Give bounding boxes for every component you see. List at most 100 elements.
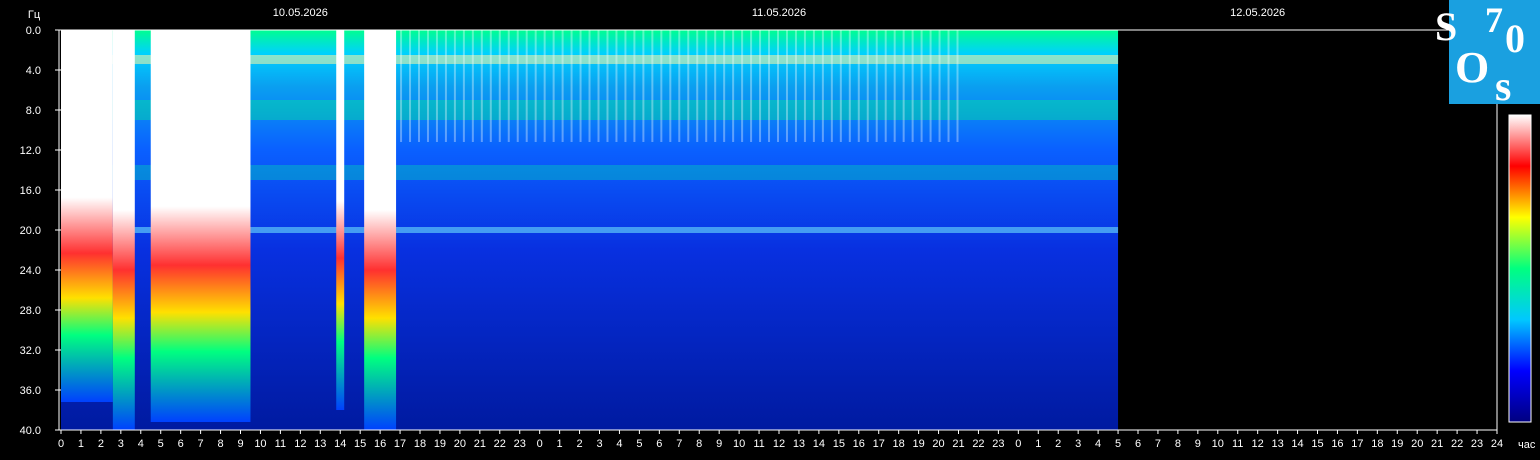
x-tick-label: 16 — [1331, 438, 1343, 450]
burst-line — [884, 30, 887, 142]
burst-line — [794, 30, 797, 142]
burst-line — [902, 30, 905, 142]
x-tick-label: 1 — [557, 438, 563, 450]
y-tick-label: 32.0 — [20, 345, 41, 357]
burst-line — [453, 30, 456, 142]
x-tick-label: 8 — [217, 438, 223, 450]
x-tick-label: 6 — [178, 438, 184, 450]
x-tick-label: 21 — [474, 438, 486, 450]
y-tick-label: 40.0 — [20, 425, 41, 437]
x-tick-label: 8 — [696, 438, 702, 450]
x-tick-label: 19 — [912, 438, 924, 450]
x-tick-label: 23 — [514, 438, 526, 450]
y-axis: 0.0 4.0 8.0 12.0 16.0 20.0 24.0 28.0 32.0 36.0 40.… — [20, 25, 61, 437]
x-tick-label: 16 — [374, 438, 386, 450]
x-tick-label: 14 — [1291, 438, 1303, 450]
burst-line — [669, 30, 672, 142]
hot-band — [336, 30, 345, 410]
x-tick-label: 22 — [1451, 438, 1463, 450]
x-tick-label: 1 — [1035, 438, 1041, 450]
y-unit-label: Гц — [28, 9, 41, 21]
burst-line — [723, 30, 726, 142]
x-tick-label: 0 — [58, 438, 64, 450]
burst-line — [866, 30, 869, 142]
x-tick-label: 14 — [813, 438, 825, 450]
x-tick-label: 13 — [1271, 438, 1283, 450]
y-tick-label: 24.0 — [20, 265, 41, 277]
burst-line — [471, 30, 474, 142]
date-label: 10.05.2026 — [273, 7, 328, 19]
burst-line — [821, 30, 824, 142]
x-tick-label: 15 — [833, 438, 845, 450]
y-tick-label: 4.0 — [26, 65, 41, 77]
x-tick-label: 12 — [773, 438, 785, 450]
burst-line — [489, 30, 492, 142]
burst-line — [660, 30, 663, 142]
x-tick-label: 14 — [334, 438, 346, 450]
burst-line — [741, 30, 744, 142]
y-tick-label: 20.0 — [20, 225, 41, 237]
color-scale-bar — [1508, 114, 1532, 423]
burst-line — [759, 30, 762, 142]
x-tick-label: 13 — [314, 438, 326, 450]
x-tick-label: 5 — [636, 438, 642, 450]
x-tick-label: 17 — [394, 438, 406, 450]
x-tick-label: 4 — [616, 438, 622, 450]
x-tick-label: 9 — [237, 438, 243, 450]
x-tick-label: 18 — [414, 438, 426, 450]
hot-band — [61, 30, 113, 402]
burst-line — [561, 30, 564, 142]
x-axis: 0 1 2 3 4 5 6 7 8 9 10 11 12 13 14 15 16 17 18 19 20 21 22 23 0 1… — [58, 430, 1503, 450]
burst-line — [893, 30, 896, 142]
x-tick-label: 12 — [1252, 438, 1264, 450]
x-tick-label: 6 — [656, 438, 662, 450]
x-tick-label: 15 — [1311, 438, 1323, 450]
burst-line — [498, 30, 501, 142]
burst-line — [839, 30, 842, 142]
x-tick-label: 23 — [1471, 438, 1483, 450]
burst-line — [705, 30, 708, 142]
x-tick-label: 3 — [118, 438, 124, 450]
x-tick-label: 23 — [992, 438, 1004, 450]
logo-letter-s2: s — [1495, 64, 1511, 104]
burst-line — [552, 30, 555, 142]
x-tick-label: 21 — [952, 438, 964, 450]
x-tick-label: 2 — [98, 438, 104, 450]
x-tick-label: 18 — [893, 438, 905, 450]
burst-line — [651, 30, 654, 142]
x-tick-label: 20 — [454, 438, 466, 450]
burst-line — [678, 30, 681, 142]
burst-line — [588, 30, 591, 142]
burst-line — [956, 30, 959, 142]
burst-line — [400, 30, 403, 142]
x-tick-label: 1 — [78, 438, 84, 450]
y-tick-label: 16.0 — [20, 185, 41, 197]
date-label: 11.05.2026 — [752, 7, 806, 19]
x-tick-label: 0 — [1015, 438, 1021, 450]
burst-line — [732, 30, 735, 142]
x-tick-label: 5 — [1115, 438, 1121, 450]
x-tick-label: 2 — [1055, 438, 1061, 450]
x-tick-label: 5 — [158, 438, 164, 450]
burst-line — [848, 30, 851, 142]
burst-line — [633, 30, 636, 142]
burst-line — [597, 30, 600, 142]
x-tick-label: 17 — [1351, 438, 1363, 450]
y-tick-label: 12.0 — [20, 145, 41, 157]
hot-band — [112, 30, 135, 430]
burst-line — [606, 30, 609, 142]
date-labels: 10.05.2026 11.05.2026 12.05.2026 — [273, 7, 1285, 19]
burst-line — [947, 30, 950, 142]
x-tick-label: 24 — [1491, 438, 1503, 450]
x-tick-label: 2 — [576, 438, 582, 450]
burst-line — [812, 30, 815, 142]
x-tick-label: 9 — [716, 438, 722, 450]
burst-line — [624, 30, 627, 142]
x-tick-label: 21 — [1431, 438, 1443, 450]
x-tick-label: 11 — [275, 438, 286, 450]
x-tick-label: 7 — [198, 438, 204, 450]
sos70-logo: S 7 0 O s — [1435, 0, 1540, 104]
x-tick-label: 0 — [537, 438, 543, 450]
x-tick-label: 17 — [873, 438, 885, 450]
burst-line — [507, 30, 510, 142]
